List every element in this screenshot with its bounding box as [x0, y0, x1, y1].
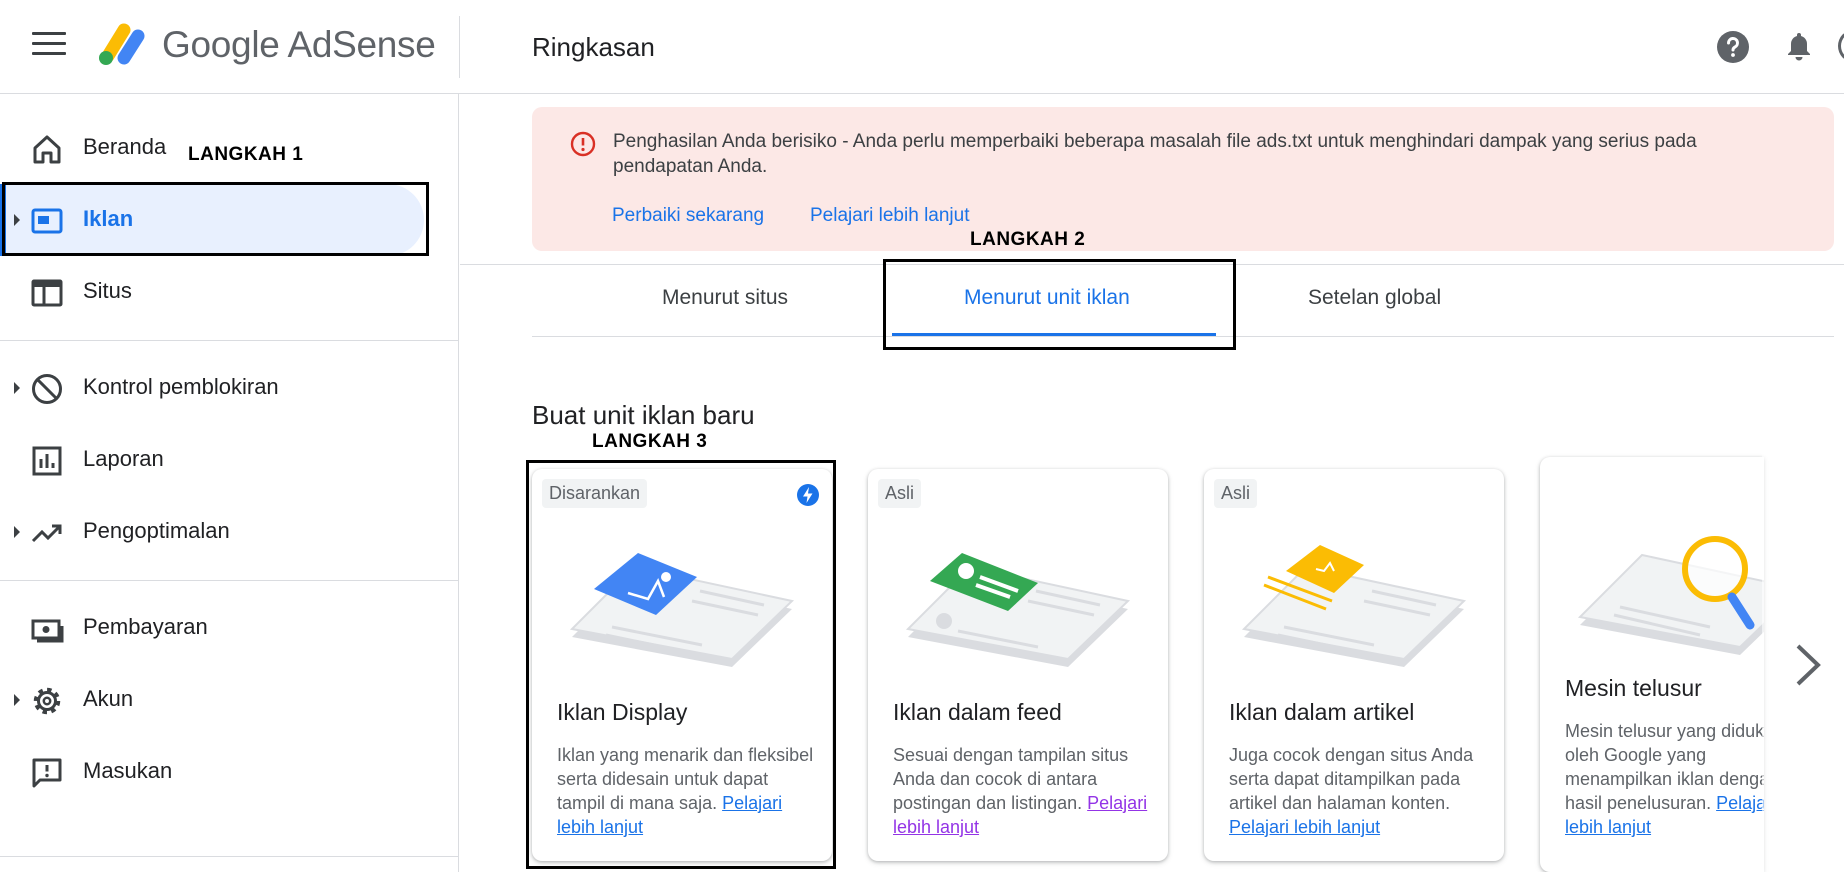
card-in-feed-ads[interactable]: Asli Iklan dalam feed Sesuai dengan tamp… [868, 469, 1168, 861]
expand-caret-icon[interactable] [14, 214, 20, 226]
content-divider [460, 264, 1844, 265]
native-chip: Asli [878, 479, 922, 508]
in-feed-ad-illustration [905, 553, 1131, 667]
menu-icon[interactable] [32, 32, 66, 58]
card-description: Iklan yang menarik dan fleksibel serta d… [557, 743, 817, 839]
adsense-app: Google AdSense Ringkasan Beranda Iklan S… [0, 0, 1844, 872]
card-description: Juga cocok dengan situs Anda serta dapat… [1229, 743, 1489, 839]
sidebar-item-label: Situs [83, 278, 132, 303]
sidebar-item-pengoptimalan[interactable]: Pengoptimalan [0, 496, 459, 568]
tab-bar-baseline [532, 336, 1834, 337]
sidebar-nav: Beranda Iklan Situs Kontrol pemblokiran … [0, 94, 459, 872]
native-chip: Asli [1214, 479, 1258, 508]
card-learn-more-link[interactable]: Pelajari lebih lanjut [1229, 817, 1380, 837]
section-title: Buat unit iklan baru [532, 400, 755, 430]
sidebar-divider [0, 856, 459, 857]
sidebar-item-pembayaran[interactable]: Pembayaran [0, 592, 459, 664]
sidebar-item-label: Pengoptimalan [83, 518, 230, 543]
sites-icon [31, 279, 63, 307]
card-title: Iklan dalam feed [893, 699, 1062, 725]
sidebar-item-kontrol-pemblokiran[interactable]: Kontrol pemblokiran [0, 352, 459, 424]
adsense-logo-icon [99, 23, 145, 65]
step-2-label: LANGKAH 2 [970, 229, 1086, 250]
step-1-label: LANGKAH 1 [188, 144, 304, 165]
home-icon [33, 135, 61, 164]
help-icon[interactable] [1716, 30, 1750, 64]
expand-caret-icon[interactable] [14, 526, 20, 538]
expand-caret-icon[interactable] [14, 694, 20, 706]
sidebar-item-label: Beranda [83, 134, 167, 159]
active-tab-indicator [892, 333, 1216, 336]
step-3-label: LANGKAH 3 [592, 431, 708, 452]
sidebar-divider [0, 340, 459, 341]
card-title: Iklan dalam artikel [1229, 699, 1415, 725]
notifications-icon[interactable] [1784, 30, 1814, 62]
recommended-chip: Disarankan [542, 479, 648, 508]
block-icon [32, 374, 62, 404]
card-search-engine[interactable]: Mesin telusur Mesin telusur yang didukun… [1540, 457, 1764, 872]
tab-by-site[interactable]: Menurut situs [662, 286, 788, 310]
bolt-icon [797, 484, 819, 506]
card-desc-text: Juga cocok dengan situs Anda serta dapat… [1229, 745, 1474, 813]
sidebar-divider [0, 580, 459, 581]
top-app-bar: Google AdSense Ringkasan [0, 0, 1844, 94]
card-in-article-ads[interactable]: Asli Iklan dalam artikel Juga cocok deng… [1204, 469, 1504, 861]
page-title: Ringkasan [532, 32, 655, 62]
sidebar-item-masukan[interactable]: Masukan [0, 736, 459, 808]
card-description: Sesuai dengan tampilan situs Anda dan co… [893, 743, 1153, 839]
expand-caret-icon[interactable] [14, 382, 20, 394]
learn-more-link[interactable]: Pelajari lebih lanjut [810, 205, 970, 227]
card-title: Mesin telusur [1565, 675, 1702, 701]
search-engine-illustration [1577, 536, 1764, 655]
payment-icon [31, 619, 64, 643]
account-avatar[interactable] [1838, 30, 1844, 62]
sidebar-item-iklan[interactable]: Iklan [0, 184, 459, 256]
trend-icon [31, 524, 62, 543]
sidebar-item-laporan[interactable]: Laporan [0, 424, 459, 496]
tab-global-settings[interactable]: Setelan global [1308, 286, 1441, 310]
header-divider [459, 16, 460, 78]
chevron-right-icon[interactable] [1790, 640, 1824, 690]
gear-icon [33, 687, 61, 715]
sidebar-item-label: Pembayaran [83, 614, 208, 639]
alert-message: Penghasilan Anda berisiko - Anda perlu m… [613, 131, 1697, 177]
sidebar-item-situs[interactable]: Situs [0, 256, 459, 328]
in-article-ad-illustration [1241, 545, 1467, 667]
sidebar-item-label: Masukan [83, 758, 173, 783]
sidebar-item-akun[interactable]: Akun [0, 664, 459, 736]
sidebar-item-label: Kontrol pemblokiran [83, 374, 279, 399]
sidebar-item-label: Akun [83, 686, 134, 711]
report-icon [32, 446, 62, 476]
ads-icon [31, 208, 63, 234]
error-icon [570, 131, 596, 157]
brand-name: Google AdSense [162, 24, 436, 65]
sidebar-item-label: Iklan [83, 206, 134, 231]
card-title: Iklan Display [557, 699, 688, 725]
feedback-icon [32, 758, 62, 788]
card-display-ads[interactable]: Disarankan Iklan Display Iklan yang mena… [532, 469, 832, 861]
card-description: Mesin telusur yang didukung oleh Google … [1565, 719, 1764, 839]
fix-now-link[interactable]: Perbaiki sekarang [612, 205, 764, 227]
tab-by-ad-unit[interactable]: Menurut unit iklan [964, 286, 1130, 310]
display-ad-illustration [569, 553, 795, 667]
active-indicator [0, 184, 6, 256]
ads-txt-warning-banner: Penghasilan Anda berisiko - Anda perlu m… [532, 107, 1834, 251]
sidebar-item-label: Laporan [83, 446, 164, 471]
